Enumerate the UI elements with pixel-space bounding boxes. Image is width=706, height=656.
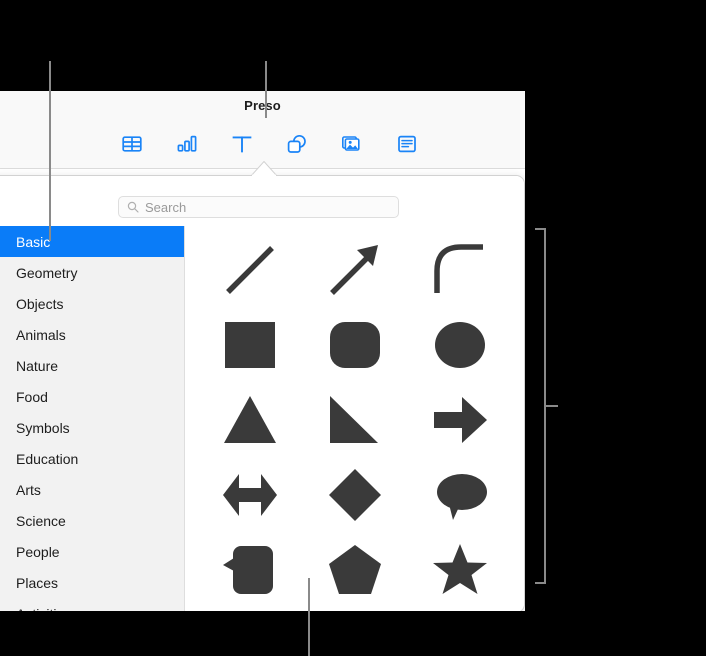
sidebar-item-label: Animals: [16, 326, 66, 343]
shape-square[interactable]: [197, 307, 302, 382]
table-tool-button[interactable]: [115, 127, 149, 161]
shape-right-triangle[interactable]: [302, 382, 407, 457]
sidebar-item-label: Symbols: [16, 419, 70, 436]
document-title: Preso: [244, 98, 281, 113]
sidebar-item-places[interactable]: Places: [0, 567, 184, 598]
shape-right-arrow[interactable]: [407, 382, 512, 457]
main-toolbar: [0, 123, 525, 165]
sidebar-item-nature[interactable]: Nature: [0, 350, 184, 381]
sidebar-item-label: Objects: [16, 295, 64, 312]
shape-arrow[interactable]: [302, 232, 407, 307]
sidebar-item-label: Science: [16, 512, 66, 529]
sidebar-item-label: Geometry: [16, 264, 78, 281]
window-titlebar: Preso: [0, 91, 525, 169]
sidebar-item-basic[interactable]: Basic: [0, 226, 184, 257]
shape-triangle[interactable]: [197, 382, 302, 457]
category-sidebar[interactable]: Basic Geometry Objects Animals Nature Fo…: [0, 226, 185, 611]
comment-tool-button[interactable]: [390, 127, 424, 161]
shape-tool-callout-line: [265, 61, 267, 118]
shape-tool-button[interactable]: [280, 127, 314, 161]
shape-star[interactable]: [407, 532, 512, 607]
search-icon: [127, 201, 139, 213]
shape-grid-callout-line: [308, 578, 310, 656]
search-placeholder: Search: [145, 199, 187, 215]
sidebar-item-label: Activities: [16, 606, 71, 612]
sidebar-item-label: People: [16, 543, 60, 560]
popover-body: Basic Geometry Objects Animals Nature Fo…: [0, 226, 524, 611]
sidebar-item-label: Arts: [16, 481, 41, 498]
shape-double-arrow[interactable]: [197, 457, 302, 532]
sidebar-item-activities[interactable]: Activities: [0, 598, 184, 612]
search-field[interactable]: Search: [118, 196, 399, 218]
sidebar-item-education[interactable]: Education: [0, 443, 184, 474]
shape-diamond[interactable]: [302, 457, 407, 532]
sidebar-item-label: Basic: [16, 233, 51, 250]
sidebar-item-geometry[interactable]: Geometry: [0, 257, 184, 288]
shape-grid-bracket-stub: [546, 405, 558, 407]
sidebar-item-label: Places: [16, 574, 59, 591]
chart-tool-button[interactable]: [170, 127, 204, 161]
sidebar-item-animals[interactable]: Animals: [0, 319, 184, 350]
sidebar-item-objects[interactable]: Objects: [0, 288, 184, 319]
sidebar-callout-line: [49, 61, 51, 241]
text-tool-button[interactable]: [225, 127, 259, 161]
shape-speech-bubble[interactable]: [407, 457, 512, 532]
shape-pentagon[interactable]: [302, 532, 407, 607]
popover-header: Search: [0, 176, 524, 226]
sidebar-item-label: Education: [16, 450, 79, 467]
sidebar-item-symbols[interactable]: Symbols: [0, 412, 184, 443]
media-tool-button[interactable]: [335, 127, 369, 161]
shape-curved-line[interactable]: [407, 232, 512, 307]
shape-grid-bracket: [535, 228, 546, 584]
sidebar-item-science[interactable]: Science: [0, 505, 184, 536]
shape-circle[interactable]: [407, 307, 512, 382]
sidebar-item-label: Food: [16, 388, 48, 405]
sidebar-item-food[interactable]: Food: [0, 381, 184, 412]
sidebar-item-label: Nature: [16, 357, 59, 374]
shape-line[interactable]: [197, 232, 302, 307]
sidebar-item-people[interactable]: People: [0, 536, 184, 567]
shape-rounded-callout[interactable]: [197, 532, 302, 607]
popover-tip: [251, 161, 277, 176]
app-window: Preso Search Basic Geometry Objects Anim…: [0, 91, 525, 611]
screenshot-root: Preso Search Basic Geometry Objects Anim…: [0, 0, 706, 656]
shape-grid: [185, 226, 524, 611]
shapes-popover: Search Basic Geometry Objects Animals Na…: [0, 175, 525, 611]
sidebar-item-arts[interactable]: Arts: [0, 474, 184, 505]
shape-rounded-square[interactable]: [302, 307, 407, 382]
